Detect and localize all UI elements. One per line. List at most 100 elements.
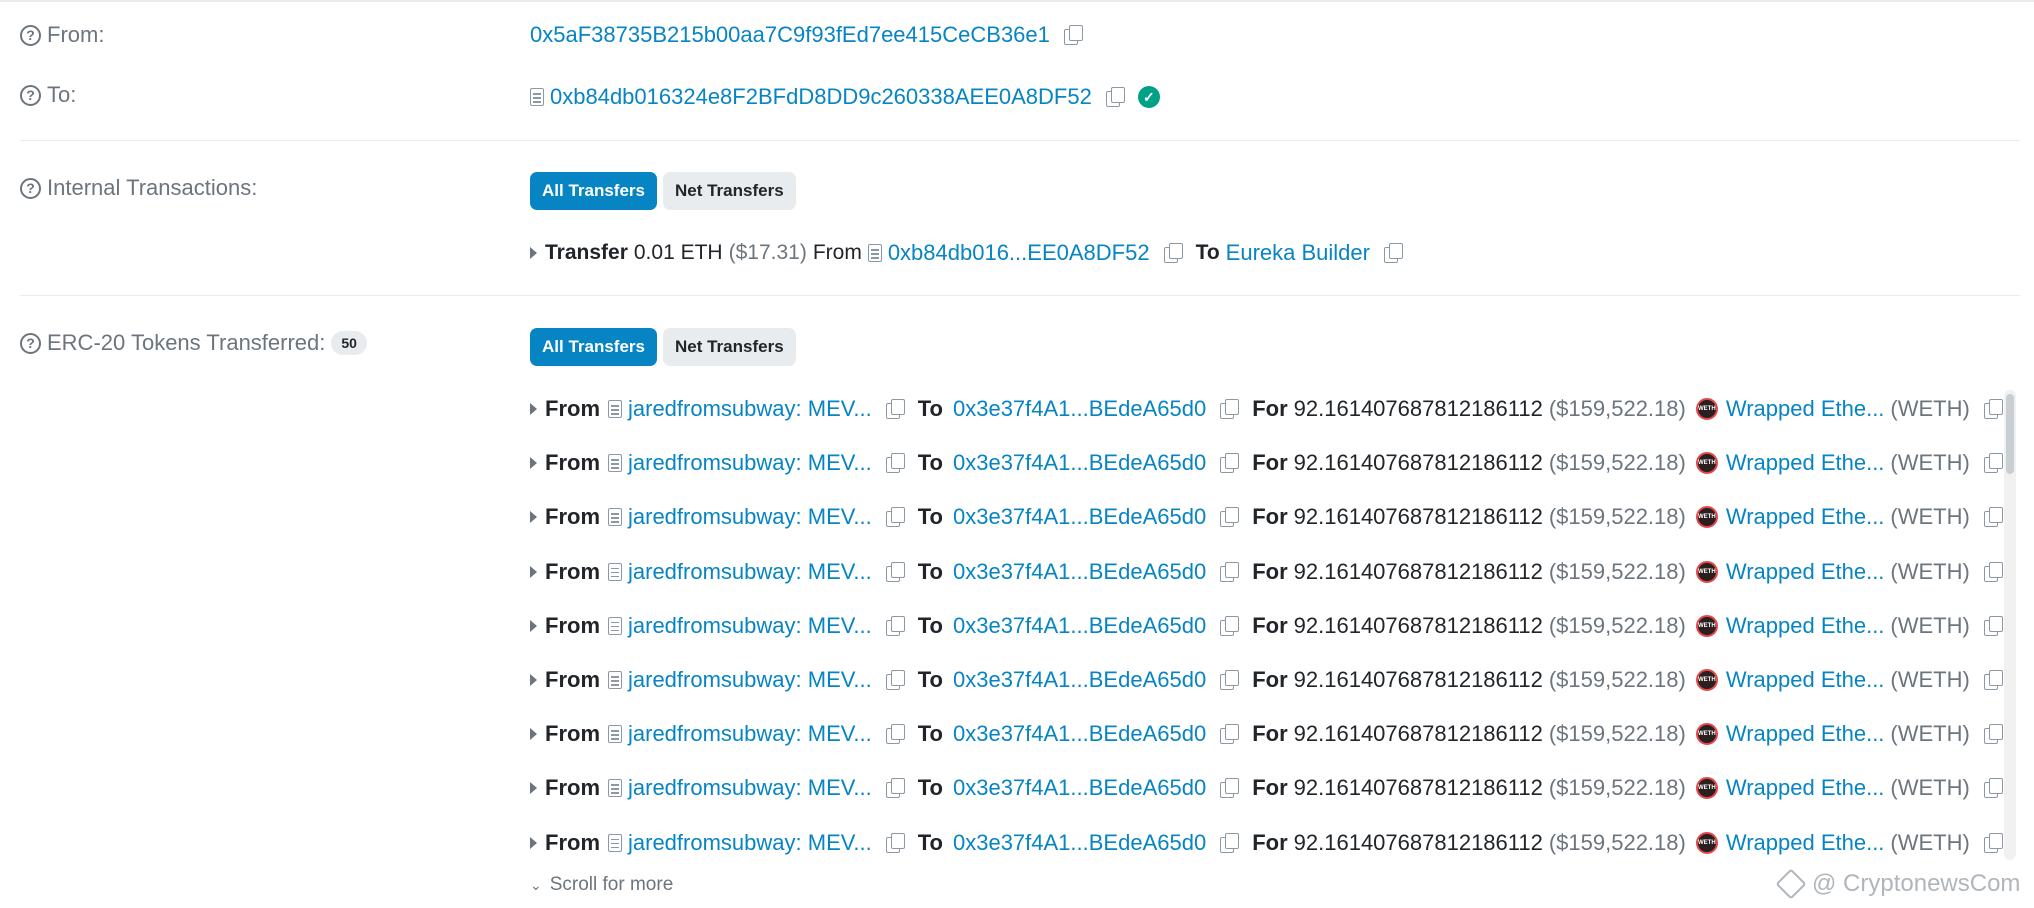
token-name-link[interactable]: Wrapped Ethe...: [1726, 830, 1885, 856]
copy-icon[interactable]: [1983, 615, 2003, 636]
copy-icon[interactable]: [1220, 453, 1240, 474]
watermark-text: @ CryptonewsCom: [1812, 870, 2021, 897]
token-name-link[interactable]: Wrapped Ethe...: [1726, 721, 1885, 747]
help-icon[interactable]: ?: [20, 24, 41, 46]
copy-icon[interactable]: [885, 507, 905, 528]
copy-icon[interactable]: [1983, 832, 2003, 853]
copy-icon[interactable]: [885, 453, 905, 474]
help-icon[interactable]: ?: [20, 84, 41, 106]
token-name-link[interactable]: Wrapped Ethe...: [1726, 667, 1885, 693]
copy-icon[interactable]: [1983, 670, 2003, 690]
to-link[interactable]: 0x3e37f4A1...BEdeA65d0: [953, 613, 1206, 639]
transfer-amount: 0.01 ETH: [633, 241, 723, 264]
for-word: For: [1252, 450, 1288, 476]
copy-icon[interactable]: [885, 561, 905, 582]
transfer-from-link[interactable]: 0xb84db016...EE0A8DF52: [888, 240, 1150, 266]
copy-icon[interactable]: [1220, 561, 1240, 582]
token-name-link[interactable]: Wrapped Ethe...: [1726, 450, 1885, 476]
copy-icon[interactable]: [1983, 724, 2003, 745]
transfer-to-link[interactable]: Eureka Builder: [1226, 240, 1370, 266]
to-link[interactable]: 0x3e37f4A1...BEdeA65d0: [953, 450, 1206, 476]
copy-icon[interactable]: [1063, 25, 1083, 45]
from-link[interactable]: jaredfromsubway: MEV...: [628, 613, 872, 639]
expand-caret-icon[interactable]: [530, 511, 537, 524]
all-transfers-button[interactable]: All Transfers: [530, 328, 657, 366]
expand-caret-icon[interactable]: [530, 728, 537, 741]
copy-icon[interactable]: [885, 670, 905, 690]
copy-icon[interactable]: [885, 724, 905, 745]
from-link[interactable]: jaredfromsubway: MEV...: [628, 396, 872, 422]
expand-caret-icon[interactable]: [530, 403, 537, 415]
copy-icon[interactable]: [1220, 399, 1240, 419]
expand-caret-icon[interactable]: [530, 457, 537, 470]
token-name-link[interactable]: Wrapped Ethe...: [1726, 396, 1885, 422]
copy-icon[interactable]: [1383, 243, 1403, 263]
token-symbol: (WETH): [1890, 667, 1970, 692]
copy-icon[interactable]: [1220, 832, 1240, 853]
copy-icon[interactable]: [1983, 507, 2003, 528]
copy-icon[interactable]: [1105, 87, 1125, 107]
from-link[interactable]: jaredfromsubway: MEV...: [628, 830, 872, 856]
expand-caret-icon[interactable]: [530, 247, 537, 259]
from-link[interactable]: jaredfromsubway: MEV...: [628, 450, 872, 476]
scrollbar-thumb[interactable]: [2006, 394, 2014, 474]
copy-icon[interactable]: [885, 399, 905, 419]
copy-icon[interactable]: [1220, 615, 1240, 636]
help-icon[interactable]: ?: [20, 332, 41, 354]
watermark: @ CryptonewsCom: [1775, 868, 2021, 900]
transfer-to-word: To: [1195, 241, 1220, 264]
token-amount: 92.161407687812186112: [1293, 775, 1543, 801]
from-link[interactable]: jaredfromsubway: MEV...: [628, 504, 872, 530]
scroll-for-more[interactable]: ⌄ Scroll for more: [530, 874, 673, 896]
to-link[interactable]: 0x3e37f4A1...BEdeA65d0: [953, 559, 1206, 585]
copy-icon[interactable]: [1220, 724, 1240, 745]
erc20-transfer-row: From jaredfromsubway: MEV... To 0x3e37f4…: [530, 667, 2003, 693]
expand-caret-icon[interactable]: [530, 836, 537, 849]
help-icon[interactable]: ?: [20, 177, 41, 199]
copy-icon[interactable]: [1983, 778, 2003, 799]
to-link[interactable]: 0x3e37f4A1...BEdeA65d0: [953, 396, 1206, 422]
internal-label: Internal Transactions:: [47, 175, 258, 200]
from-link[interactable]: jaredfromsubway: MEV...: [628, 667, 872, 693]
copy-icon[interactable]: [1220, 507, 1240, 528]
expand-caret-icon[interactable]: [530, 619, 537, 632]
from-value: 0x5aF38735B215b00aa7C9f93fEd7ee415CeCB36…: [530, 22, 1083, 48]
to-address-link[interactable]: 0xb84db016324e8F2BFdD8DD9c260338AEE0A8DF…: [550, 84, 1092, 110]
token-name-link[interactable]: Wrapped Ethe...: [1726, 613, 1885, 639]
token-usd: ($159,522.18): [1548, 450, 1686, 476]
contract-icon: [608, 833, 622, 852]
token-usd: ($159,522.18): [1548, 667, 1686, 692]
token-name-link[interactable]: Wrapped Ethe...: [1726, 775, 1885, 801]
from-link[interactable]: jaredfromsubway: MEV...: [628, 559, 872, 585]
to-word: To: [917, 612, 943, 638]
to-link[interactable]: 0x3e37f4A1...BEdeA65d0: [953, 721, 1206, 747]
to-label-group: ? To:: [20, 82, 76, 108]
net-transfers-button[interactable]: Net Transfers: [663, 172, 796, 210]
token-name-link[interactable]: Wrapped Ethe...: [1726, 504, 1885, 530]
net-transfers-button[interactable]: Net Transfers: [663, 328, 796, 366]
copy-icon[interactable]: [1983, 399, 2003, 419]
from-link[interactable]: jaredfromsubway: MEV...: [628, 775, 872, 801]
to-link[interactable]: 0x3e37f4A1...BEdeA65d0: [953, 667, 1206, 693]
from-link[interactable]: jaredfromsubway: MEV...: [628, 721, 872, 747]
from-word: From: [545, 450, 600, 476]
copy-icon[interactable]: [1983, 453, 2003, 474]
copy-icon[interactable]: [1983, 561, 2003, 582]
copy-icon[interactable]: [885, 778, 905, 799]
expand-caret-icon[interactable]: [530, 565, 537, 578]
copy-icon[interactable]: [1220, 778, 1240, 799]
copy-icon[interactable]: [1163, 243, 1183, 263]
to-link[interactable]: 0x3e37f4A1...BEdeA65d0: [953, 830, 1206, 856]
token-name-link[interactable]: Wrapped Ethe...: [1726, 559, 1885, 585]
from-address-link[interactable]: 0x5aF38735B215b00aa7C9f93fEd7ee415CeCB36…: [530, 22, 1050, 48]
from-word: From: [545, 667, 600, 692]
expand-caret-icon[interactable]: [530, 674, 537, 686]
to-link[interactable]: 0x3e37f4A1...BEdeA65d0: [953, 504, 1206, 530]
expand-caret-icon[interactable]: [530, 782, 537, 795]
token-usd: ($159,522.18): [1548, 612, 1686, 638]
copy-icon[interactable]: [885, 615, 905, 636]
all-transfers-button[interactable]: All Transfers: [530, 172, 657, 210]
copy-icon[interactable]: [885, 832, 905, 853]
to-link[interactable]: 0x3e37f4A1...BEdeA65d0: [953, 775, 1206, 801]
copy-icon[interactable]: [1220, 670, 1240, 690]
